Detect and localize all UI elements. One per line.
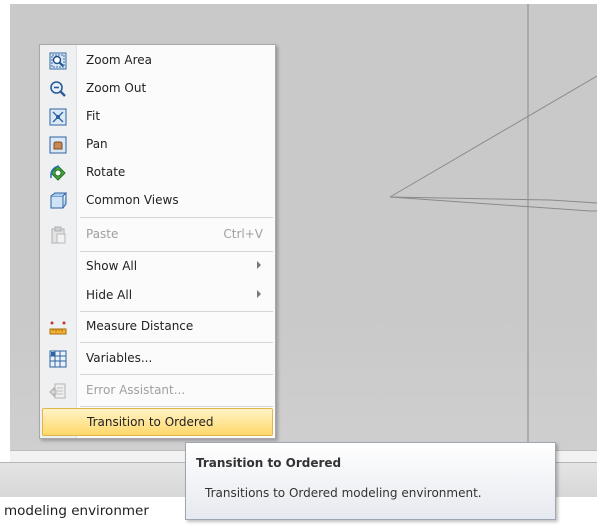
menu-separator — [80, 251, 273, 252]
menu-item-label: Zoom Out — [86, 81, 147, 95]
menu-item-error-assistant: Error Assistant... — [42, 377, 273, 405]
menu-separator — [80, 217, 273, 218]
tooltip-title: Transition to Ordered — [196, 456, 342, 470]
menu-item-paste: Paste Ctrl+V — [42, 221, 273, 249]
zoom-area-icon — [49, 52, 67, 70]
menu-item-fit[interactable]: Fit — [42, 103, 273, 131]
shortcut-label: Ctrl+V — [223, 227, 263, 241]
menu-separator — [80, 342, 273, 343]
menu-item-label: Fit — [86, 109, 101, 123]
menu-item-pan[interactable]: Pan — [42, 131, 273, 159]
menu-item-label: Pan — [86, 137, 108, 151]
menu-item-rotate[interactable]: Rotate — [42, 159, 273, 187]
rotate-icon — [50, 165, 66, 181]
error-assistant-icon — [49, 383, 66, 399]
submenu-arrow-icon — [257, 261, 261, 269]
tooltip-description: Transitions to Ordered modeling environm… — [205, 486, 482, 500]
menu-item-label: Error Assistant... — [86, 383, 186, 397]
submenu-arrow-icon — [257, 290, 261, 298]
menu-item-zoom-out[interactable]: Zoom Out — [42, 75, 273, 103]
menu-separator — [80, 374, 273, 375]
menu-separator — [80, 311, 273, 312]
menu-item-zoom-area[interactable]: Zoom Area — [42, 47, 273, 75]
menu-item-label: Hide All — [86, 288, 133, 302]
menu-item-common-views[interactable]: Common Views — [42, 187, 273, 215]
menu-item-label: Transition to Ordered — [87, 415, 214, 429]
menu-item-label: Measure Distance — [86, 319, 194, 333]
context-menu: Zoom Area Zoom Out Fit Pan Rotate Common… — [39, 44, 276, 439]
prompt-text: modeling environmer — [4, 503, 149, 519]
menu-item-variables[interactable]: Variables... — [42, 345, 273, 373]
common-views-icon — [50, 192, 67, 209]
paste-icon — [51, 226, 66, 244]
pan-icon — [49, 136, 67, 154]
zoom-out-icon — [50, 81, 66, 97]
menu-item-label: Variables... — [86, 351, 153, 365]
measure-distance-icon — [49, 321, 67, 335]
variables-icon — [49, 350, 67, 368]
menu-item-label: Paste — [86, 227, 119, 241]
menu-item-label: Common Views — [86, 193, 179, 207]
menu-item-label: Show All — [86, 259, 138, 273]
menu-item-label: Zoom Area — [86, 53, 153, 67]
fit-icon — [49, 108, 67, 126]
menu-item-label: Rotate — [86, 165, 126, 179]
menu-item-transition-to-ordered[interactable]: Transition to Ordered — [42, 408, 273, 436]
tooltip: Transition to Ordered Transitions to Ord… — [185, 442, 556, 520]
menu-item-measure-distance[interactable]: Measure Distance — [42, 313, 273, 341]
menu-item-show-all[interactable]: Show All — [42, 253, 273, 281]
menu-item-hide-all[interactable]: Hide All — [42, 282, 273, 310]
menu-separator — [80, 406, 273, 407]
